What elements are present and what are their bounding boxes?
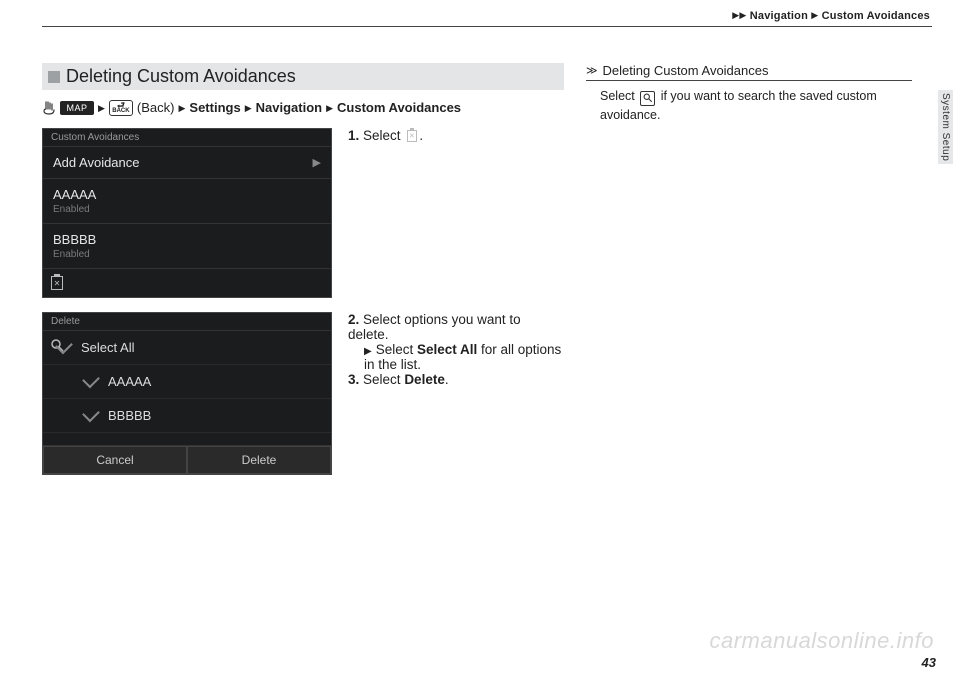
screen2-item-b-label: BBBBB: [108, 408, 151, 423]
screen1-item-a-sub: Enabled: [53, 204, 96, 215]
trash-icon[interactable]: ✕: [51, 276, 63, 290]
header-breadcrumb: ▶▶ Navigation ▶ Custom Avoidances: [42, 10, 932, 27]
screen1-item-b[interactable]: BBBBB Enabled: [43, 224, 331, 269]
screen2-item-a[interactable]: AAAAA: [43, 365, 331, 399]
step-3-text-b: .: [445, 372, 449, 387]
crumb-navigation: Navigation: [256, 98, 322, 118]
square-bullet-icon: [48, 71, 60, 83]
steps-2-3-block: 2. Select options you want to delete. ▶ S…: [348, 312, 564, 475]
step-2-text: Select options you want to delete.: [348, 312, 521, 342]
chevron-right-icon: ▶: [98, 98, 105, 118]
back-text: (Back): [137, 98, 175, 118]
right-body: Select if you want to search the saved c…: [586, 87, 912, 126]
check-icon: [82, 405, 100, 423]
section-title-text: Deleting Custom Avoidances: [66, 66, 296, 87]
screenshot-custom-avoidances: Custom Avoidances Add Avoidance ▶ AAAAA …: [42, 128, 332, 298]
page-number: 43: [922, 655, 936, 670]
screen1-item-b-sub: Enabled: [53, 249, 96, 260]
screen2-title: Delete: [43, 313, 331, 331]
screen2-item-b[interactable]: BBBBB: [43, 399, 331, 433]
back-button-label: BACK: [112, 109, 129, 114]
back-button[interactable]: ⮐ BACK: [109, 100, 133, 116]
screen1-add-label: Add Avoidance: [53, 155, 140, 170]
screen2-item-a-label: AAAAA: [108, 374, 151, 389]
header-crumb-2: Custom Avoidances: [822, 10, 930, 22]
chevron-right-icon: ▶: [326, 98, 333, 118]
step-3-number: 3.: [348, 372, 359, 387]
step-1-text-b: .: [419, 128, 423, 143]
screen1-item-b-label: BBBBB: [53, 232, 96, 247]
crumb-custom: Custom Avoidances: [337, 98, 461, 118]
header-crumb-1: Navigation: [750, 10, 808, 22]
step-3-text-a: Select: [363, 372, 404, 387]
chevron-right-icon: ▶: [364, 346, 372, 357]
hand-icon: [42, 101, 56, 115]
side-tab: System Setup: [938, 90, 953, 164]
trash-x-icon: ✕: [404, 129, 419, 144]
step-2-sub-a: Select: [376, 342, 417, 357]
screen1-item-a-label: AAAAA: [53, 187, 96, 202]
step-3-bold: Delete: [404, 372, 445, 387]
screen2-select-all-label: Select All: [81, 340, 134, 355]
step-1-text-a: Select: [363, 128, 404, 143]
right-heading-text: Deleting Custom Avoidances: [603, 63, 769, 78]
screenshot-delete: Delete Select All AAAAA BBBBB: [42, 312, 332, 475]
chevron-right-icon: ▶: [245, 98, 252, 118]
chevron-right-icon: ▶: [313, 156, 321, 169]
watermark: carmanualsonline.info: [709, 628, 934, 654]
navigation-path: MAP ▶ ⮐ BACK (Back) ▶ Settings ▶ Navigat…: [42, 98, 564, 118]
delete-button[interactable]: Delete: [187, 446, 331, 474]
screen1-title: Custom Avoidances: [43, 129, 331, 147]
crumb-settings: Settings: [189, 98, 240, 118]
screen2-select-all[interactable]: Select All: [43, 331, 331, 365]
chevron-right-icon: ▶: [811, 10, 818, 20]
step-1-number: 1.: [348, 128, 359, 143]
screen1-add-avoidance[interactable]: Add Avoidance ▶: [43, 147, 331, 179]
screen1-item-a[interactable]: AAAAA Enabled: [43, 179, 331, 224]
cancel-button[interactable]: Cancel: [43, 446, 187, 474]
check-icon: [82, 371, 100, 389]
step-1-block: 1. Select ✕.: [348, 128, 564, 298]
step-2-sub-bold: Select All: [417, 342, 477, 357]
step-2-number: 2.: [348, 312, 359, 327]
info-triangle-icon: ≫: [586, 64, 598, 77]
right-heading: ≫ Deleting Custom Avoidances: [586, 63, 912, 81]
map-button[interactable]: MAP: [60, 101, 94, 115]
right-body-a: Select: [600, 89, 638, 103]
chevron-right-icon: ▶: [739, 10, 746, 20]
section-heading: Deleting Custom Avoidances: [42, 63, 564, 90]
chevron-right-icon: ▶: [178, 98, 185, 118]
search-icon: [640, 91, 655, 106]
